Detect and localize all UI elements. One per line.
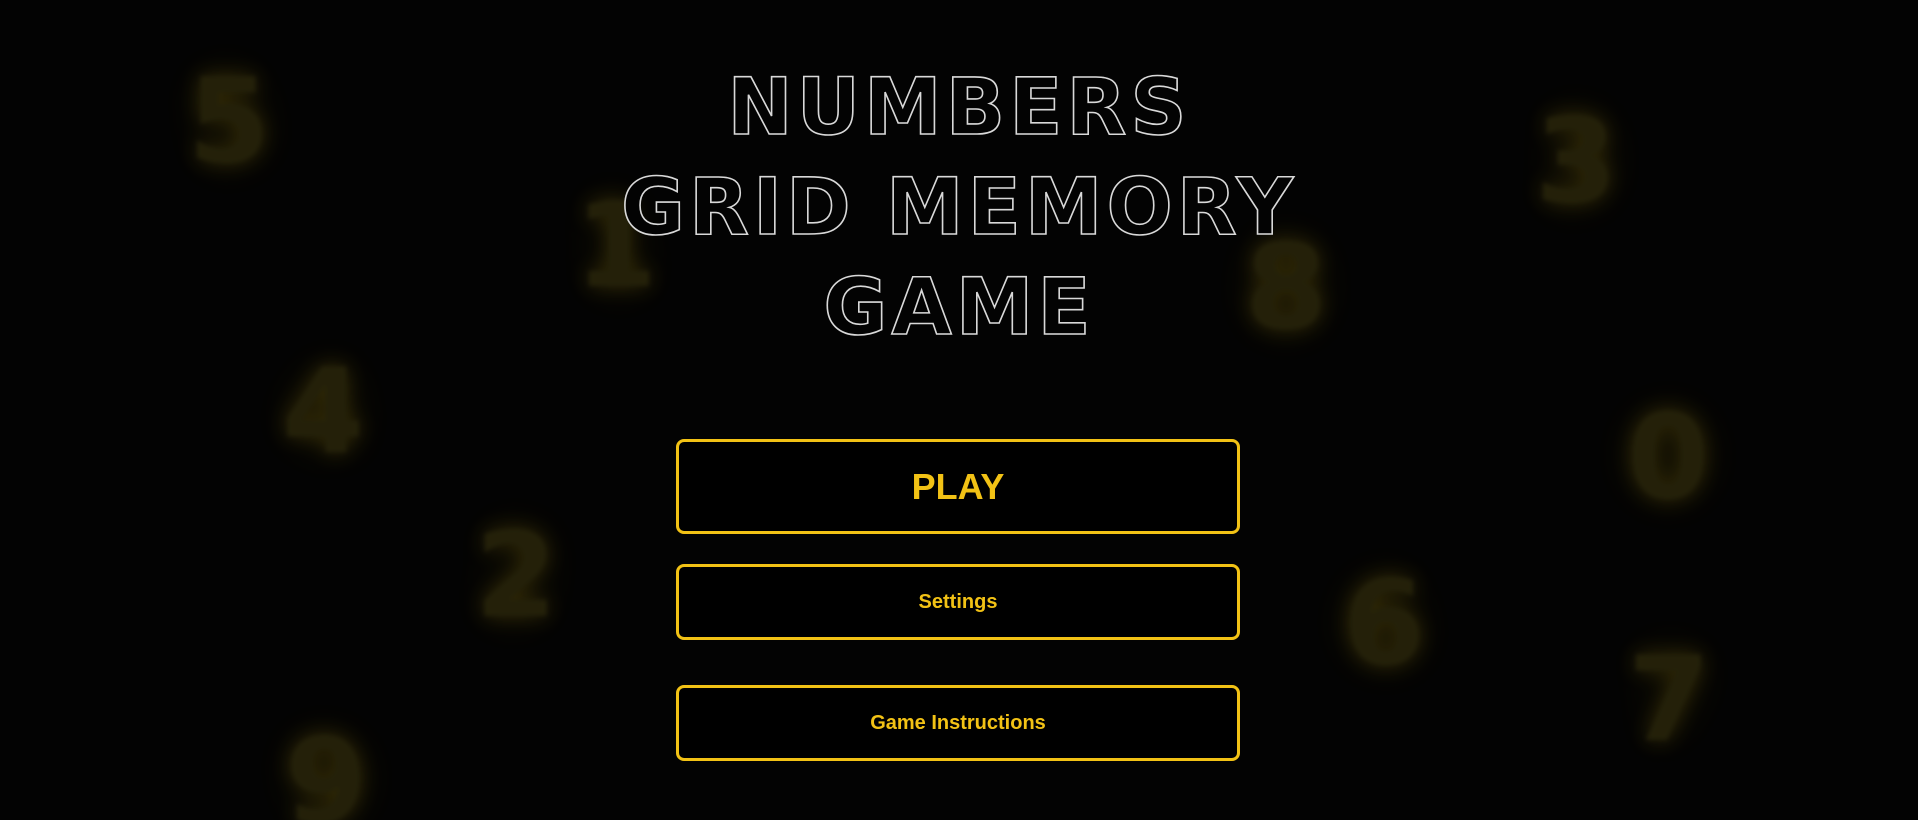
play-button[interactable]: PLAY [676,439,1240,534]
main-menu-screen: 5 1 4 2 9 3 8 0 6 7 NUMBERS GRID MEMORY … [0,0,1918,820]
game-title: NUMBERS GRID MEMORY GAME [0,58,1918,358]
background-digit: 2 [475,506,558,644]
background-digit: 7 [1628,630,1711,768]
game-title-line-2: GRID MEMORY [620,162,1298,254]
background-digit: 4 [282,342,365,480]
background-digit: 9 [285,712,368,820]
game-title-line-3: GAME [823,262,1095,354]
settings-button[interactable]: Settings [676,564,1240,640]
background-digit: 6 [1343,554,1426,692]
background-digit: 0 [1627,388,1710,526]
game-title-line-1: NUMBERS [727,62,1191,154]
game-instructions-button[interactable]: Game Instructions [676,685,1240,761]
